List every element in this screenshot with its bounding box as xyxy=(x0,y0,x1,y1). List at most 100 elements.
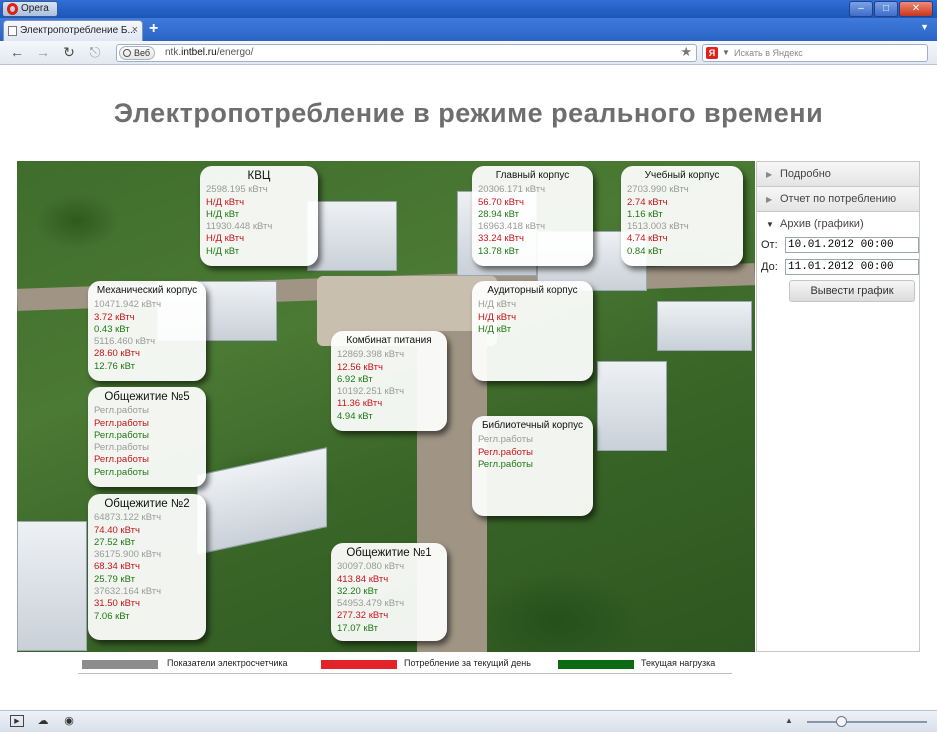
load-value: 12.76 кВт xyxy=(94,360,135,372)
building-name: Общежитие №5 xyxy=(104,391,190,403)
address-bar[interactable]: Веб ntk.intbel.ru/energo/ ★ xyxy=(116,44,697,62)
new-tab-button[interactable]: + xyxy=(149,20,158,38)
day-value: 31.50 кВтч xyxy=(94,598,140,610)
zoom-up-icon[interactable]: ▲ xyxy=(785,716,793,725)
building-name: Механический корпус xyxy=(96,285,198,296)
page-title: Электропотребление в режиме реального вр… xyxy=(113,98,824,128)
load-value: 6.92 кВт xyxy=(337,373,373,385)
meter-value: 20306.171 кВтч xyxy=(478,184,546,196)
building-card-dorm5[interactable]: Общежитие №5 Регл.работы Регл.работы Регл.… xyxy=(88,387,206,487)
day-value: 413.84 кВтч xyxy=(337,573,389,585)
bookmark-star-icon[interactable]: ★ xyxy=(680,44,692,60)
load-value: 7.06 кВт xyxy=(94,610,130,622)
day-value: 2.74 кВтч xyxy=(627,196,668,208)
building-card-canteen[interactable]: Комбинат питания 12869.398 кВтч 12.56 кВт… xyxy=(331,331,447,431)
day-value: Регл.работы xyxy=(94,417,149,429)
report-accordion[interactable]: ▶ Отчет по потреблению xyxy=(757,187,919,212)
load-value: 1.16 кВт xyxy=(627,208,663,220)
building-card-auditorium[interactable]: Аудиторный корпус Н/Д кВтч Н/Д кВтч Н/Д кВ… xyxy=(472,281,593,381)
day-value: 3.72 кВтч xyxy=(94,311,135,323)
map-building xyxy=(657,301,752,351)
building-card-dorm1[interactable]: Общежитие №1 30097.080 кВтч 413.84 кВтч 32… xyxy=(331,543,447,641)
opera-menu-label: Opera xyxy=(21,3,49,14)
status-bar: ▶ ☁ ◉ ▲ xyxy=(0,710,937,732)
export-chart-button[interactable]: Вывести график xyxy=(789,280,915,302)
building-card-main[interactable]: Главный корпус 20306.171 кВтч 56.70 кВтч 2… xyxy=(472,166,593,266)
building-name: Аудиторный корпус xyxy=(487,285,578,296)
chevron-right-icon: ▶ xyxy=(766,195,773,204)
search-field[interactable]: Я ▼ Искать в Яндекс xyxy=(702,44,928,62)
day-value: Н/Д кВтч xyxy=(478,311,517,323)
building-name: Учебный корпус xyxy=(644,170,720,181)
maximize-icon[interactable]: □ xyxy=(874,1,898,17)
search-placeholder: Искать в Яндекс xyxy=(734,48,803,58)
window-controls: – □ ✕ xyxy=(849,1,933,17)
web-badge[interactable]: Веб xyxy=(119,46,156,60)
archive-label: Архив (графики) xyxy=(780,218,864,230)
day-value: 4.74 кВтч xyxy=(627,233,668,245)
minimize-icon[interactable]: – xyxy=(849,1,873,17)
meter-value: 12869.398 кВтч xyxy=(337,349,405,361)
tab-title: Электропотребление Б... xyxy=(20,25,136,36)
zoom-slider[interactable] xyxy=(807,721,927,723)
back-arrow-icon[interactable]: ← xyxy=(8,44,26,60)
legend-label-load: Текущая нагрузка xyxy=(641,658,716,668)
load-value: Регл.работы xyxy=(94,466,149,478)
globe-icon xyxy=(123,49,131,57)
load-value: 32.20 кВт xyxy=(337,585,378,597)
navigation-bar: ← → ↻ ⎋ Веб ntk.intbel.ru/energo/ ★ Я ▼ … xyxy=(0,41,937,65)
zoom-slider-handle[interactable] xyxy=(836,716,847,727)
details-accordion[interactable]: ▶ Подробно xyxy=(757,162,919,187)
search-engine-dropdown-icon[interactable]: ▼ xyxy=(722,45,730,61)
url-host: intbel.ru xyxy=(181,47,217,58)
report-label: Отчет по потреблению xyxy=(780,193,897,205)
yandex-logo-icon[interactable]: Я xyxy=(706,47,718,59)
meter-value: 2598.195 кВтч xyxy=(206,184,268,196)
building-card-library[interactable]: Библиотечный корпус Регл.работы Регл.рабо… xyxy=(472,416,593,516)
day-value: 11.36 кВтч xyxy=(337,398,383,410)
day-value: 28.60 кВтч xyxy=(94,348,140,360)
key-icon[interactable]: ⎋ xyxy=(86,44,104,61)
from-row: От: xyxy=(761,237,919,253)
meter-value: 37632.164 кВтч xyxy=(94,586,162,598)
building-card-teaching[interactable]: Учебный корпус 2703.990 кВтч 2.74 кВтч 1.1… xyxy=(621,166,743,266)
load-value: 13.78 кВт xyxy=(478,245,519,257)
load-value: 27.52 кВт xyxy=(94,536,135,548)
cloud-icon[interactable]: ☁ xyxy=(36,715,50,727)
building-card-mechanical[interactable]: Механический корпус 10471.942 кВтч 3.72 к… xyxy=(88,281,206,381)
to-row: До: xyxy=(761,259,919,275)
legend-swatch-meter xyxy=(82,660,158,669)
load-value: 0.43 кВт xyxy=(94,323,130,335)
to-date-field[interactable] xyxy=(785,259,919,275)
tab-close-icon[interactable]: × xyxy=(132,21,138,40)
page-icon xyxy=(8,26,17,36)
building-card-dorm2[interactable]: Общежитие №2 64873.122 кВтч 74.40 кВтч 27.… xyxy=(88,494,206,640)
tab-energy[interactable]: Электропотребление Б... × xyxy=(3,20,143,41)
tab-menu-chevron-icon[interactable]: ▼ xyxy=(920,22,929,32)
building-name: Общежитие №1 xyxy=(346,547,432,559)
building-card-kvc[interactable]: КВЦ 2598.195 кВтч Н/Д кВтч Н/Д кВт 11930.44… xyxy=(200,166,318,266)
close-icon[interactable]: ✕ xyxy=(899,1,933,17)
map-building xyxy=(307,201,397,271)
meter-value: 16963.418 кВтч xyxy=(478,221,546,233)
day-value: 277.32 кВтч xyxy=(337,610,389,622)
opera-logo-icon xyxy=(7,3,18,15)
window-titlebar: Opera – □ ✕ xyxy=(0,0,937,18)
meter-value: Регл.работы xyxy=(94,442,149,454)
control-panel: ▶ Подробно ▶ Отчет по потреблению ▼ Архив (… xyxy=(756,161,920,652)
opera-menu-button[interactable]: Opera xyxy=(2,1,58,17)
meter-value: 64873.122 кВтч xyxy=(94,512,162,524)
meter-value: 1513.003 кВтч xyxy=(627,221,689,233)
day-value: 56.70 кВтч xyxy=(478,196,524,208)
meter-value: 36175.900 кВтч xyxy=(94,549,162,561)
day-value: Регл.работы xyxy=(478,446,533,458)
speed-dial-icon[interactable]: ◉ xyxy=(62,715,76,727)
reload-icon[interactable]: ↻ xyxy=(60,44,78,61)
building-name: КВЦ xyxy=(247,170,271,182)
load-value: 28.94 кВт xyxy=(478,208,519,220)
panel-toggle-icon[interactable]: ▶ xyxy=(10,715,24,727)
from-date-field[interactable] xyxy=(785,237,919,253)
forward-arrow-icon[interactable]: → xyxy=(34,44,52,60)
meter-value: 30097.080 кВтч xyxy=(337,561,405,573)
archive-accordion[interactable]: ▼ Архив (графики) xyxy=(757,212,919,237)
